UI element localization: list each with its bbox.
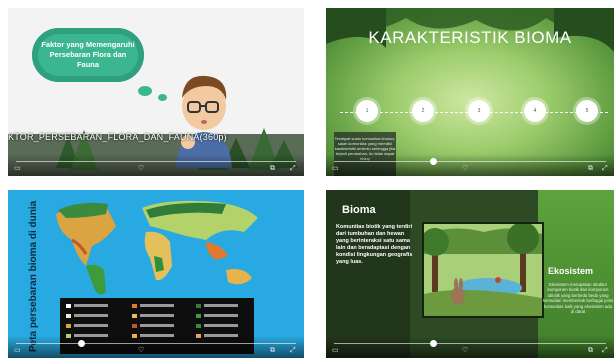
video-thumbnail-bioma-ekosistem[interactable]: Bioma Komunitas biotik yang terdiri dari…: [326, 190, 614, 358]
teacher-character: [176, 75, 232, 168]
bioma-heading: Bioma: [342, 204, 376, 216]
progress-knob[interactable]: [430, 158, 437, 165]
timeline-node: 3: [468, 100, 490, 122]
legend-swatch: [196, 314, 201, 318]
legend-swatch: [132, 314, 137, 318]
player-controls: ▭ ♡ ⧉ ⤢: [326, 154, 614, 176]
video-title-overlay: KTOR_PERSEBARAN_FLORA_DAN_FAUNA(360p): [8, 132, 227, 142]
fullscreen-icon[interactable]: ⤢: [290, 347, 296, 355]
legend-swatch: [66, 304, 71, 308]
legend-swatch: [66, 314, 71, 318]
like-icon[interactable]: ♡: [462, 347, 468, 355]
pip-icon[interactable]: ⧉: [270, 347, 275, 355]
player-controls: ▭ ♡ ⧉ ⤢: [8, 336, 304, 358]
ekosistem-definition: Ekosistem merupakan struktur komponen bi…: [542, 282, 614, 315]
legend-swatch: [66, 324, 71, 328]
slide-title: KARAKTERISTIK BIOMA: [368, 28, 572, 47]
timeline-node: 5: [576, 100, 598, 122]
pip-icon[interactable]: ⧉: [588, 347, 593, 355]
legend-swatch: [196, 304, 201, 308]
legend-swatch: [196, 324, 201, 328]
progress-knob[interactable]: [78, 340, 85, 347]
player-controls: ▭ ♡ ⧉ ⤢: [326, 336, 614, 358]
progress-track[interactable]: [334, 161, 606, 162]
legend-label: [74, 324, 108, 327]
subtitles-icon[interactable]: ▭: [14, 347, 21, 355]
progress-knob[interactable]: [430, 340, 437, 347]
legend-label: [204, 324, 238, 327]
legend-label: [204, 314, 238, 317]
progress-track[interactable]: [334, 343, 606, 344]
pip-icon[interactable]: ⧉: [588, 165, 593, 173]
legend-label: [140, 314, 174, 317]
like-icon[interactable]: ♡: [462, 165, 468, 173]
fullscreen-icon[interactable]: ⤢: [602, 347, 608, 355]
progress-track[interactable]: [16, 161, 296, 162]
thought-dot: [138, 86, 152, 96]
subtitles-icon[interactable]: ▭: [14, 165, 21, 173]
fullscreen-icon[interactable]: ⤢: [602, 165, 608, 173]
subtitles-icon[interactable]: ▭: [332, 347, 339, 355]
world-biome-map: [46, 196, 266, 300]
legend-label: [74, 304, 108, 307]
pip-icon[interactable]: ⧉: [270, 165, 275, 173]
subtitles-icon[interactable]: ▭: [332, 165, 339, 173]
legend-label: [204, 304, 238, 307]
progress-track[interactable]: [16, 343, 296, 344]
timeline-node: 4: [524, 100, 546, 122]
map-title: Peta persebaran bioma di dunia: [28, 200, 39, 352]
legend-label: [140, 324, 174, 327]
fullscreen-icon[interactable]: ⤢: [290, 165, 296, 173]
like-icon[interactable]: ♡: [138, 165, 144, 173]
ecosystem-illustration: [422, 222, 544, 318]
thought-cloud-text: Faktor yang Memengaruhi Persebaran Flora…: [41, 40, 135, 69]
legend-label: [140, 304, 174, 307]
like-icon[interactable]: ♡: [138, 347, 144, 355]
ekosistem-heading: Ekosistem: [548, 266, 594, 276]
ecosystem-scene: [424, 224, 542, 316]
legend-label: [74, 314, 108, 317]
player-controls: ▭ ♡ ⧉ ⤢: [8, 154, 304, 176]
timeline-node: 1: [356, 100, 378, 122]
video-thumbnail-peta-bioma[interactable]: Peta persebaran bioma di dunia ▭ ♡ ⧉ ⤢: [8, 190, 304, 358]
bioma-definition: Komunitas biotik yang terdiri dari tumbu…: [336, 224, 413, 265]
thought-dot: [158, 94, 167, 101]
legend-swatch: [132, 324, 137, 328]
video-thumbnail-karakteristik-bioma[interactable]: KARAKTERISTIK BIOMA 1 2 3 4 5 Terdapat s…: [326, 8, 614, 176]
timeline-node: 2: [412, 100, 434, 122]
video-thumbnail-flora-fauna[interactable]: Faktor yang Memengaruhi Persebaran Flora…: [8, 8, 304, 176]
legend-swatch: [132, 304, 137, 308]
